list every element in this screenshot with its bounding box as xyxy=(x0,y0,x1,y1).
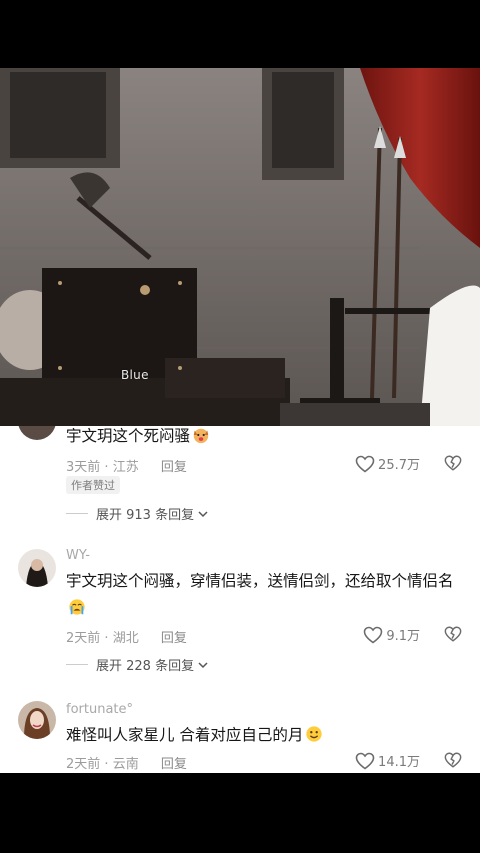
video-frame xyxy=(0,68,480,426)
heart-icon xyxy=(355,455,375,472)
avatar[interactable] xyxy=(18,549,56,587)
broken-heart-icon xyxy=(444,626,462,642)
like-button[interactable]: 9.1万 xyxy=(363,625,420,644)
smiling-face-icon xyxy=(306,726,323,742)
heart-icon xyxy=(355,752,375,769)
dislike-button[interactable] xyxy=(444,625,462,647)
like-button[interactable]: 14.1万 xyxy=(355,751,420,770)
comment-meta: 2天前 · 湖北 回复 xyxy=(66,631,187,646)
broken-heart-icon xyxy=(444,455,462,471)
like-button[interactable]: 25.7万 xyxy=(355,454,420,473)
comment-text: 宇文玥这个死闷骚 xyxy=(66,426,466,450)
dog-face-icon xyxy=(193,428,209,444)
comment-meta: 2天前 · 云南 回复 xyxy=(66,757,187,772)
comment-text: 难怪叫人家星儿 合着对应自己的月 xyxy=(66,722,466,749)
avatar[interactable] xyxy=(18,701,56,739)
dislike-button[interactable] xyxy=(444,454,462,476)
expand-replies-button[interactable]: 展开 228 条回复 xyxy=(66,655,209,674)
video-watermark: Blue xyxy=(121,368,149,382)
top-black-bar xyxy=(0,0,480,68)
broken-heart-icon xyxy=(444,752,462,768)
comment-panel: 宇文玥这个死闷骚 3天前 · 江苏 回复 25.7万 作者赞过 展开 913 条… xyxy=(0,426,480,773)
expand-replies-button[interactable]: 展开 913 条回复 xyxy=(66,504,209,523)
video-player[interactable]: Blue xyxy=(0,68,480,426)
chevron-down-icon xyxy=(198,661,208,668)
bottom-black-bar xyxy=(0,773,480,853)
reply-button[interactable]: 回复 xyxy=(161,460,187,475)
heart-icon xyxy=(364,626,383,643)
chevron-down-icon xyxy=(198,510,208,517)
comment-username[interactable]: WY- xyxy=(66,548,90,563)
author-liked-badge: 作者赞过 xyxy=(66,476,120,494)
reply-button[interactable]: 回复 xyxy=(161,631,187,646)
comment-text: 宇文玥这个闷骚，穿情侣装，送情侣剑，还给取个情侣名 xyxy=(66,568,466,622)
dislike-button[interactable] xyxy=(444,751,462,773)
avatar[interactable] xyxy=(18,426,56,440)
comment-username[interactable]: fortunate° xyxy=(66,702,133,717)
comment-meta: 3天前 · 江苏 回复 xyxy=(66,460,187,475)
crying-face-icon xyxy=(69,599,85,615)
reply-button[interactable]: 回复 xyxy=(161,757,187,772)
